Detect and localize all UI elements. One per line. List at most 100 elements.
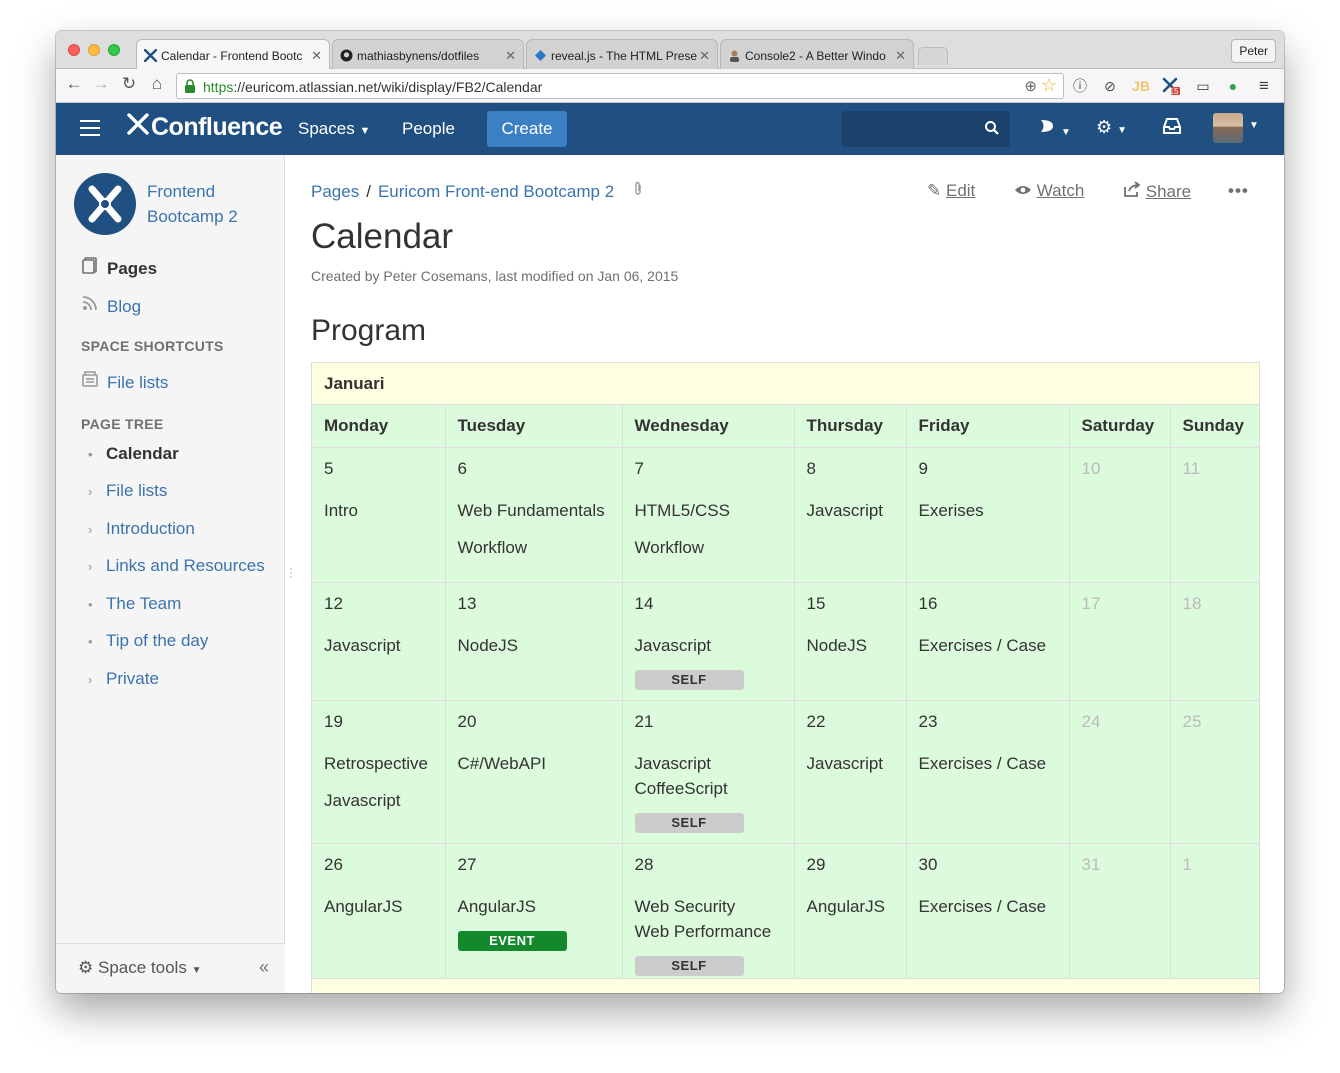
back-icon[interactable]: ← [63, 74, 85, 94]
file-list-icon [81, 370, 101, 393]
calendar-day-cell: 14 Javascript SELF [622, 582, 795, 701]
notifications-icon[interactable] [1162, 117, 1182, 140]
blocker-extension-icon[interactable]: ⊘ [1101, 77, 1119, 95]
forward-icon[interactable]: → [90, 74, 112, 94]
menu-icon[interactable]: ≡ [1255, 77, 1273, 95]
github-icon [340, 49, 353, 62]
confluence-logo[interactable]: Confluence [126, 113, 283, 142]
chevron-right-icon[interactable]: › [88, 522, 106, 537]
create-button[interactable]: Create [487, 111, 567, 147]
bookmark-star-icon[interactable]: ☆ [1041, 75, 1057, 96]
attachment-icon[interactable] [633, 181, 643, 201]
calendar-day-cell: 18 [1170, 582, 1259, 701]
search-icon [984, 120, 1000, 141]
sidebar-item-blog[interactable]: Blog [81, 294, 141, 317]
browser-tab-calendar[interactable]: Calendar - Frontend Bootc ✕ [136, 39, 330, 69]
weekday-row: Monday Tuesday Wednesday Thursday Friday Satu… [312, 405, 1259, 448]
space-logo[interactable] [74, 173, 136, 235]
close-tab-icon[interactable]: ✕ [505, 48, 516, 64]
bullet-icon: • [88, 447, 93, 462]
tree-item-calendar[interactable]: • Calendar [88, 444, 179, 464]
close-tab-icon[interactable]: ✕ [699, 48, 710, 64]
month-header: Januari [312, 363, 1259, 405]
chevron-right-icon[interactable]: › [88, 559, 106, 574]
bullet-icon: • [88, 597, 93, 612]
sidebar-resize-handle[interactable]: · · · [289, 562, 293, 582]
close-tab-icon[interactable]: ✕ [895, 48, 906, 64]
chevron-down-icon[interactable]: ▼ [1249, 120, 1259, 131]
home-icon[interactable]: ⌂ [146, 74, 168, 94]
chevron-right-icon[interactable]: › [88, 484, 106, 499]
day-number: 31 [1081, 854, 1101, 874]
edit-button[interactable]: ✎ Edit [927, 181, 975, 201]
info-extension-icon[interactable]: ⓘ [1071, 77, 1089, 95]
day-number: 17 [1081, 593, 1101, 613]
share-button[interactable]: Share [1123, 181, 1191, 202]
profile-button[interactable]: Peter [1231, 39, 1276, 63]
calendar-table: Januari Monday Tuesday Wednesday Thursday Fr… [311, 362, 1260, 988]
tree-item-private[interactable]: › Private [88, 669, 159, 689]
tree-item-tip-of-the-day[interactable]: • Tip of the day [88, 631, 208, 651]
help-menu[interactable]: ▼ [1038, 117, 1071, 140]
sidebar-shortcut-file-lists[interactable]: File lists [81, 370, 168, 393]
space-tools-bar: ⚙ Space tools ▼ « [56, 943, 285, 993]
search-input[interactable] [842, 111, 1010, 147]
help-icon [1038, 119, 1061, 139]
day-number: 12 [324, 593, 343, 613]
watch-button[interactable]: Watch [1014, 181, 1084, 201]
browser-tab-dotfiles[interactable]: mathiasbynens/dotfiles ✕ [332, 39, 524, 69]
reveal-icon [534, 49, 547, 62]
session-label: Exerises [918, 500, 984, 520]
session-label: Javascript [806, 753, 884, 773]
calendar-day-cell: 24 [1069, 700, 1171, 844]
session-label: NodeJS [806, 635, 867, 655]
calendar-day-cell: 9 Exerises [906, 447, 1070, 583]
day-number: 20 [457, 711, 477, 731]
cast-icon[interactable]: ▭ [1194, 77, 1212, 95]
hangouts-icon[interactable]: ● [1224, 77, 1242, 95]
session-label: CoffeeScript [634, 778, 728, 798]
close-window-button[interactable] [68, 44, 80, 56]
user-avatar[interactable] [1213, 113, 1243, 143]
calendar-week-row: 26 AngularJS 27 AngularJS EVENT 28 Web Securit… [312, 843, 1259, 987]
session-label: Web Security [634, 896, 736, 916]
browser-tab-console2[interactable]: Console2 - A Better Windo ✕ [720, 39, 914, 69]
people-link[interactable]: People [402, 119, 455, 139]
tree-item-the-team[interactable]: • The Team [88, 594, 181, 614]
minimize-window-button[interactable] [88, 44, 100, 56]
share-icon [1123, 181, 1141, 201]
tab-title: mathiasbynens/dotfiles [357, 49, 480, 63]
tree-item-introduction[interactable]: › Introduction [88, 519, 195, 539]
settings-menu[interactable]: ⚙ ▼ [1096, 117, 1127, 138]
browser-tab-revealjs[interactable]: reveal.js - The HTML Prese ✕ [526, 39, 718, 69]
more-actions-icon[interactable]: ••• [1228, 181, 1249, 201]
close-tab-icon[interactable]: ✕ [311, 48, 322, 64]
calendar-day-cell: 1 [1170, 843, 1259, 987]
session-label: NodeJS [457, 635, 518, 655]
app-switcher-icon[interactable] [80, 120, 100, 137]
jetbrains-extension-icon[interactable]: JB [1132, 77, 1150, 95]
tree-item-file-lists[interactable]: › File lists [88, 481, 167, 501]
breadcrumb-pages[interactable]: Pages [311, 182, 359, 201]
page-metadata: Created by Peter Cosemans, last modified… [311, 268, 679, 284]
address-bar[interactable]: https://euricom.atlassian.net/wiki/displ… [176, 73, 1064, 99]
zoom-icon[interactable]: ⊕ [1024, 77, 1037, 95]
pencil-icon: ✎ [927, 181, 942, 200]
new-tab-button[interactable] [918, 47, 948, 65]
sidebar-item-pages[interactable]: Pages [81, 256, 157, 279]
zoom-window-button[interactable] [108, 44, 120, 56]
weekday-header: Thursday [794, 405, 907, 448]
spaces-menu[interactable]: Spaces ▼ [298, 119, 370, 139]
space-tools-menu[interactable]: ⚙ Space tools ▼ [78, 958, 201, 978]
space-sidebar: Frontend Bootcamp 2 Pages Blog SPACE SHO… [56, 155, 285, 993]
collapse-sidebar-icon[interactable]: « [259, 957, 269, 978]
chevron-right-icon[interactable]: › [88, 672, 106, 687]
calendar-day-cell: 8 Javascript [794, 447, 907, 583]
tree-item-links-and-resources[interactable]: › Links and Resources [88, 556, 265, 576]
calendar-day-cell: 13 NodeJS [445, 582, 623, 701]
space-name-link[interactable]: Frontend Bootcamp 2 [147, 179, 267, 229]
breadcrumb-parent[interactable]: Euricom Front-end Bootcamp 2 [378, 182, 614, 201]
reload-icon[interactable]: ↻ [118, 74, 140, 94]
url-scheme: https [203, 79, 234, 95]
chevron-down-icon: ▼ [1117, 125, 1128, 136]
